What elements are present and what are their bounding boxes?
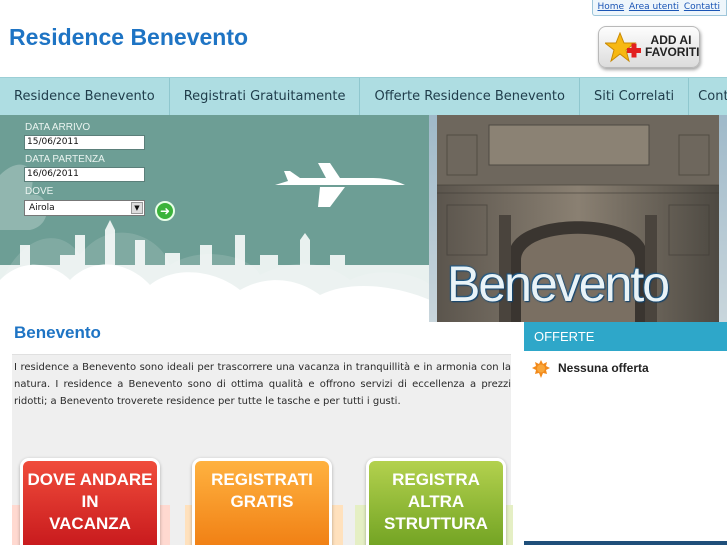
offers-panel (524, 351, 727, 545)
arrow-right-icon: ➜ (159, 204, 171, 218)
promo-green-line1: REGISTRA (392, 470, 480, 489)
arrival-date-input[interactable]: 15/06/2011 (24, 135, 145, 150)
destination-select-value: Airola (29, 203, 55, 213)
nav-item-siti-correlati[interactable]: Siti Correlati (580, 78, 690, 116)
top-link-contatti[interactable]: Contatti (684, 2, 720, 12)
where-label: DOVE (25, 186, 54, 197)
favorites-label-line2: FAVORITI (645, 45, 700, 59)
nav-item-offerte[interactable]: Offerte Residence Benevento (360, 78, 580, 116)
sidebar-footer-bar (524, 541, 727, 545)
offer-text: Nessuna offerta (558, 361, 649, 375)
nav-item-contattaci[interactable]: Contattaci (689, 78, 727, 116)
search-banner: DATA ARRIVO 15/06/2011 DATA PARTENZA 16/… (0, 115, 430, 322)
promo-registrati-button[interactable]: REGISTRATI GRATIS (192, 458, 332, 545)
top-link-home[interactable]: Home (597, 2, 624, 12)
page-title: Benevento (14, 323, 101, 342)
arch-photo: Benevento (429, 115, 727, 322)
promo-green-line3: STRUTTURA (384, 514, 488, 533)
page: Home Area utenti Contatti Residence Bene… (0, 0, 727, 545)
promo-registra-struttura-button[interactable]: REGISTRA ALTRA STRUTTURA (366, 458, 506, 545)
main-nav: Residence Benevento Registrati Gratuitam… (0, 77, 727, 116)
favorites-label: ADD AI FAVORITI (645, 34, 700, 59)
departure-date-input[interactable]: 16/06/2011 (24, 167, 145, 182)
promo-orange-line2: GRATIS (230, 492, 294, 511)
promo-orange-line1: REGISTRATI (211, 470, 313, 489)
star-plus-icon (605, 32, 641, 63)
promo-red-line2: IN (81, 492, 99, 511)
promo-red-line1: DOVE ANDARE (27, 470, 153, 489)
nav-item-residence[interactable]: Residence Benevento (0, 78, 170, 116)
sun-badge-icon (532, 360, 550, 378)
add-favorites-button[interactable]: ADD AI FAVORITI (598, 26, 700, 68)
departure-label: DATA PARTENZA (25, 154, 105, 165)
photo-caption: Benevento (447, 256, 670, 312)
promo-green-line2: ALTRA (407, 492, 465, 511)
destination-select[interactable]: Airola ▼ (24, 200, 145, 216)
site-title[interactable]: Residence Benevento (9, 24, 248, 51)
top-links: Home Area utenti Contatti (592, 0, 727, 16)
promo-red-line3: VACANZA (49, 514, 131, 533)
search-go-button[interactable]: ➜ (155, 201, 175, 221)
offers-heading: OFFERTE (524, 322, 727, 351)
nav-item-registrati[interactable]: Registrati Gratuitamente (170, 78, 361, 116)
arrival-label: DATA ARRIVO (25, 122, 91, 133)
intro-paragraph: I residence a Benevento sono ideali per … (14, 362, 511, 407)
top-link-area-utenti[interactable]: Area utenti (629, 2, 679, 12)
promo-dove-andare-button[interactable]: DOVE ANDARE IN VACANZA (20, 458, 160, 545)
chevron-down-icon: ▼ (131, 202, 143, 214)
